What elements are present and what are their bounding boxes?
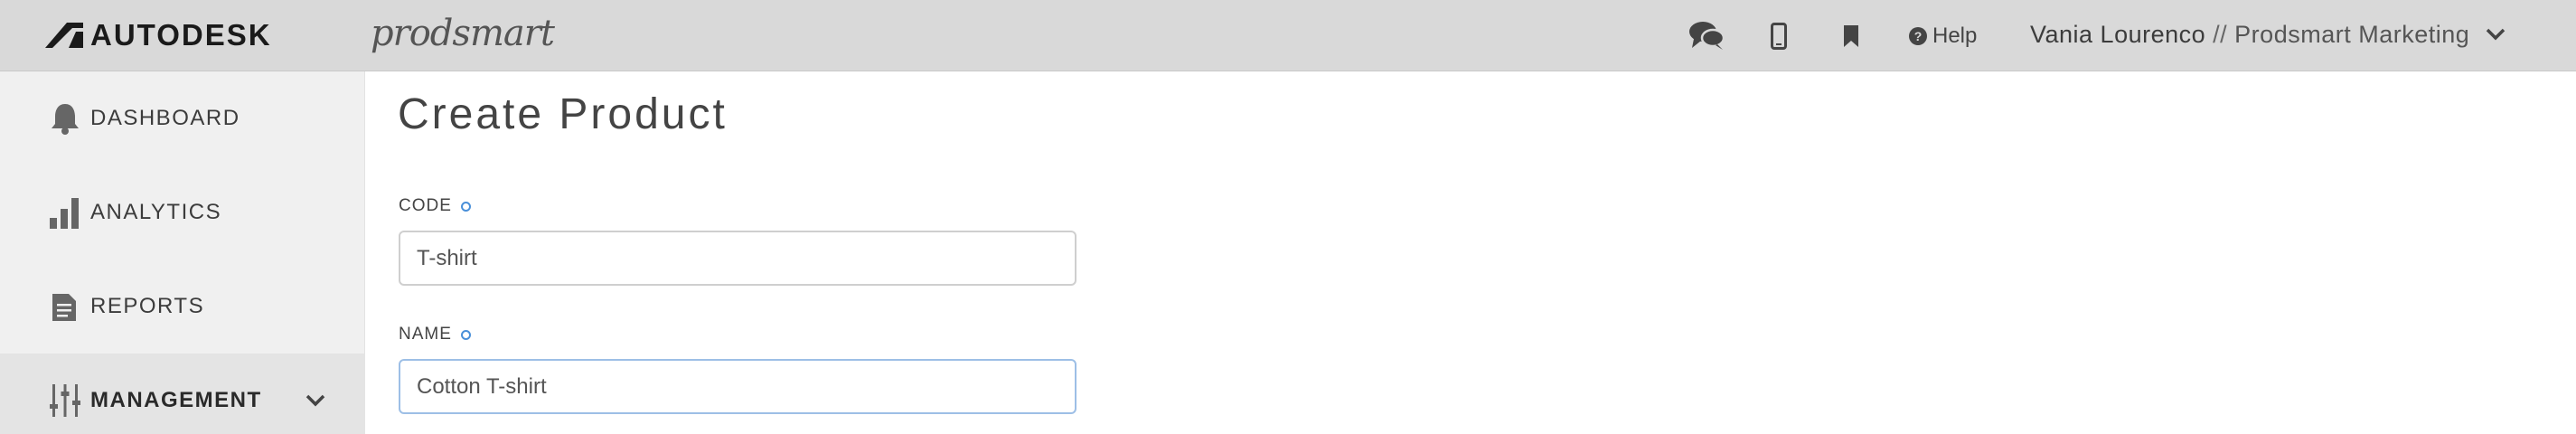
- autodesk-mark-icon: [45, 23, 83, 48]
- sidebar-item-label: MANAGEMENT: [90, 388, 262, 412]
- sidebar-item-label: REPORTS: [90, 294, 205, 318]
- name-field-label: NAME: [399, 325, 471, 344]
- name-label-text: NAME: [399, 325, 452, 344]
- code-label-text: CODE: [399, 196, 452, 215]
- top-bar: AUTODESK prodsmart ? Help Vania Lourenco: [0, 0, 2576, 71]
- sidebar-item-dashboard[interactable]: DASHBOARD: [0, 71, 365, 165]
- required-indicator-icon: [460, 201, 471, 212]
- user-name: Vania Lourenco: [2030, 20, 2206, 48]
- organization-name: Prodsmart Marketing: [2234, 20, 2470, 48]
- account-menu[interactable]: Vania Lourenco // Prodsmart Marketing: [2030, 16, 2505, 52]
- sidebar-item-reports[interactable]: REPORTS: [0, 259, 365, 354]
- bar-chart-icon: [47, 194, 83, 231]
- document-icon: [47, 288, 83, 325]
- name-input[interactable]: [399, 359, 1076, 414]
- account-separator: //: [2213, 20, 2228, 48]
- help-circle-icon: ?: [1909, 27, 1927, 45]
- sliders-icon: [47, 382, 83, 419]
- sidebar: DASHBOARD ANALYTICS REPORTS MANAGEMENT: [0, 71, 365, 434]
- mobile-icon[interactable]: [1761, 18, 1797, 54]
- help-label: Help: [1932, 24, 1978, 48]
- main-content: Create Product CODE NAME: [365, 71, 2576, 434]
- page-title: Create Product: [398, 90, 728, 138]
- brand-name: AUTODESK: [90, 18, 272, 52]
- sidebar-item-label: DASHBOARD: [90, 106, 240, 130]
- sidebar-item-label: ANALYTICS: [90, 200, 222, 224]
- help-link[interactable]: ? Help: [1909, 20, 1977, 52]
- chevron-down-icon[interactable]: [306, 394, 325, 407]
- svg-text:?: ?: [1914, 29, 1923, 43]
- autodesk-logo[interactable]: AUTODESK: [45, 20, 272, 51]
- sidebar-item-management[interactable]: MANAGEMENT: [0, 354, 365, 434]
- bell-icon: [47, 100, 83, 137]
- code-field-label: CODE: [399, 196, 471, 216]
- chevron-down-icon: [2487, 28, 2505, 41]
- product-logo[interactable]: prodsmart: [371, 11, 555, 56]
- code-input[interactable]: [399, 231, 1076, 286]
- required-indicator-icon: [460, 329, 471, 340]
- sidebar-item-analytics[interactable]: ANALYTICS: [0, 165, 365, 259]
- bookmark-icon[interactable]: [1833, 18, 1869, 54]
- chat-icon[interactable]: [1688, 18, 1725, 54]
